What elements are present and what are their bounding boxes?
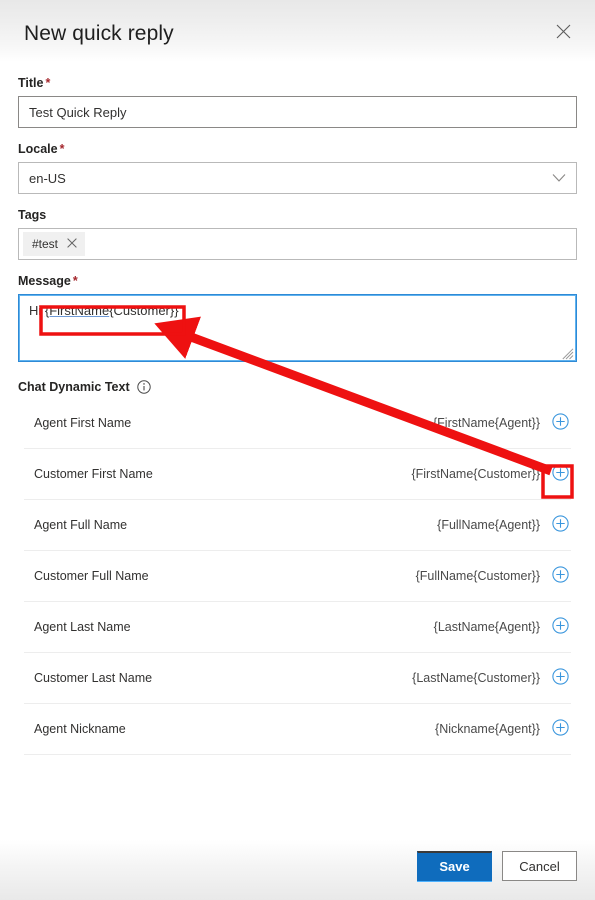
circle-plus-icon: [551, 719, 569, 739]
cancel-button[interactable]: Cancel: [502, 851, 577, 881]
title-input[interactable]: [18, 96, 577, 128]
close-icon: [556, 24, 571, 42]
locale-field-group: Locale * en-US: [18, 142, 577, 194]
dialog-header: New quick reply: [0, 0, 595, 62]
info-icon[interactable]: [136, 380, 151, 394]
title-field-group: Title *: [18, 76, 577, 128]
chat-dynamic-text-title: Chat Dynamic Text: [18, 380, 130, 394]
dynamic-text-row: Customer Full Name {FullName{Customer}}: [24, 551, 571, 602]
required-marker: *: [45, 76, 51, 90]
dynamic-text-label: Customer Last Name: [34, 671, 153, 685]
dynamic-text-row: Agent Full Name {FullName{Agent}}: [24, 500, 571, 551]
tags-field-group: Tags #test: [18, 208, 577, 260]
circle-plus-icon: [551, 617, 569, 637]
message-textarea-wrapper: Hi {FirstName{Customer}}: [18, 294, 577, 362]
dynamic-text-token: {FullName{Customer}}: [415, 569, 540, 583]
dynamic-text-row: Customer Last Name {LastName{Customer}}: [24, 653, 571, 704]
message-text-suffix: {Customer}}: [109, 303, 179, 318]
dynamic-text-token: {LastName{Agent}}: [433, 620, 540, 634]
dynamic-text-label: Customer Full Name: [34, 569, 149, 583]
add-token-button[interactable]: [549, 463, 571, 485]
dynamic-text-token: {LastName{Customer}}: [412, 671, 540, 685]
required-marker: *: [59, 142, 65, 156]
dialog-body: Title* Locale* en-US Tags: [0, 62, 595, 840]
circle-plus-icon: [551, 413, 569, 433]
dynamic-text-label: Agent Nickname: [34, 722, 126, 736]
add-token-button[interactable]: [549, 667, 571, 689]
tag-remove-button[interactable]: [67, 237, 77, 250]
message-textarea[interactable]: Hi {FirstName{Customer}}: [18, 294, 577, 362]
circle-plus-icon: [551, 566, 569, 586]
chevron-down-icon: [552, 174, 566, 183]
dynamic-text-token: {FirstName{Customer}}: [411, 467, 540, 481]
message-text-prefix: Hi: [29, 303, 45, 318]
add-token-button[interactable]: [549, 514, 571, 536]
page-title: New quick reply: [24, 22, 174, 45]
tag-chip: #test: [23, 232, 86, 256]
dynamic-text-row: Agent First Name {FirstName{Agent}}: [24, 398, 571, 449]
tags-label: Tags: [18, 208, 47, 222]
dynamic-text-token: {Nickname{Agent}}: [435, 722, 540, 736]
dynamic-text-row: Agent Nickname {Nickname{Agent}}: [24, 704, 571, 755]
new-quick-reply-dialog: New quick reply Title* Locale* en-US: [0, 0, 595, 900]
tag-label: #test: [32, 237, 59, 251]
message-field-group: Message * Hi {FirstName{Customer}}: [18, 274, 577, 362]
dynamic-text-list: Agent First Name {FirstName{Agent}} Custom…: [18, 398, 577, 755]
dynamic-text-row: Customer First Name {FirstName{Customer}}: [24, 449, 571, 500]
dynamic-text-token: {FullName{Agent}}: [437, 518, 540, 532]
message-label: Message *: [18, 274, 78, 288]
add-token-button[interactable]: [549, 616, 571, 638]
dynamic-text-label: Customer First Name: [34, 467, 153, 481]
dynamic-text-token: {FirstName{Agent}}: [432, 416, 540, 430]
locale-selected-value: en-US: [29, 170, 66, 186]
locale-label: Locale *: [18, 142, 65, 156]
circle-plus-icon: [551, 668, 569, 688]
chat-dynamic-text-header: Chat Dynamic Text: [18, 380, 577, 394]
title-label: Title *: [18, 76, 51, 90]
add-token-button[interactable]: [549, 718, 571, 740]
save-button[interactable]: Save: [417, 851, 492, 881]
close-icon: [67, 237, 77, 250]
circle-plus-icon: [551, 464, 569, 484]
dynamic-text-label: Agent Full Name: [34, 518, 128, 532]
add-token-button[interactable]: [549, 412, 571, 434]
dynamic-text-label: Agent First Name: [34, 416, 132, 430]
tags-input[interactable]: #test: [18, 228, 577, 260]
add-token-button[interactable]: [549, 565, 571, 587]
dialog-footer: Save Cancel: [0, 840, 595, 900]
dynamic-text-row: Agent Last Name {LastName{Agent}}: [24, 602, 571, 653]
required-marker: *: [72, 274, 78, 288]
circle-plus-icon: [551, 515, 569, 535]
locale-select[interactable]: en-US: [18, 162, 577, 194]
close-button[interactable]: [547, 17, 579, 49]
message-text-token: {FirstName: [44, 303, 110, 318]
dynamic-text-label: Agent Last Name: [34, 620, 131, 634]
